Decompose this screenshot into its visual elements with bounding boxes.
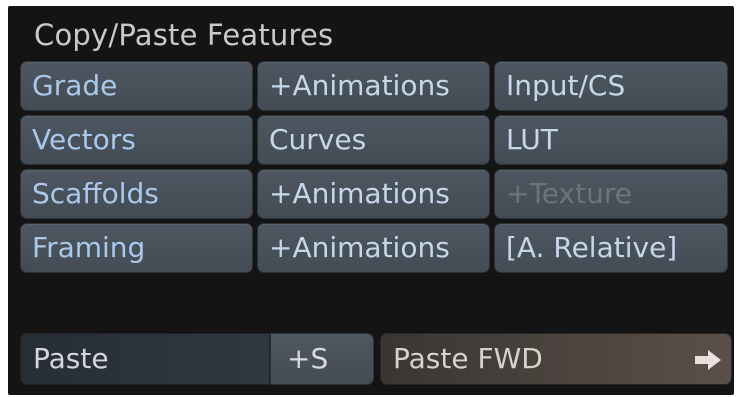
grade-animations-button[interactable]: +Animations <box>257 61 490 111</box>
scaffolds-button[interactable]: Scaffolds <box>20 169 253 219</box>
vectors-button[interactable]: Vectors <box>20 115 253 165</box>
paste-fwd-label: Paste FWD <box>393 342 543 375</box>
scaffolds-animations-button[interactable]: +Animations <box>257 169 490 219</box>
curves-button[interactable]: Curves <box>257 115 490 165</box>
grade-button[interactable]: Grade <box>20 61 253 111</box>
framing-animations-button[interactable]: +Animations <box>257 223 490 273</box>
a-relative-button[interactable]: [A. Relative] <box>494 223 728 273</box>
paste-action-bar: Paste +S Paste FWD <box>20 333 732 385</box>
texture-button[interactable]: +Texture <box>494 169 728 219</box>
input-cs-button[interactable]: Input/CS <box>494 61 728 111</box>
lut-button[interactable]: LUT <box>494 115 728 165</box>
panel-title: Copy/Paste Features <box>34 18 334 52</box>
copy-paste-features-panel: Copy/Paste Features Grade +Animations In… <box>8 6 734 395</box>
paste-plus-s-button[interactable]: +S <box>270 333 374 385</box>
arrow-right-icon <box>695 350 721 370</box>
paste-button[interactable]: Paste <box>20 333 270 385</box>
feature-button-grid: Grade +Animations Input/CS Vectors Curve… <box>20 61 728 273</box>
paste-fwd-button[interactable]: Paste FWD <box>380 333 732 385</box>
framing-button[interactable]: Framing <box>20 223 253 273</box>
